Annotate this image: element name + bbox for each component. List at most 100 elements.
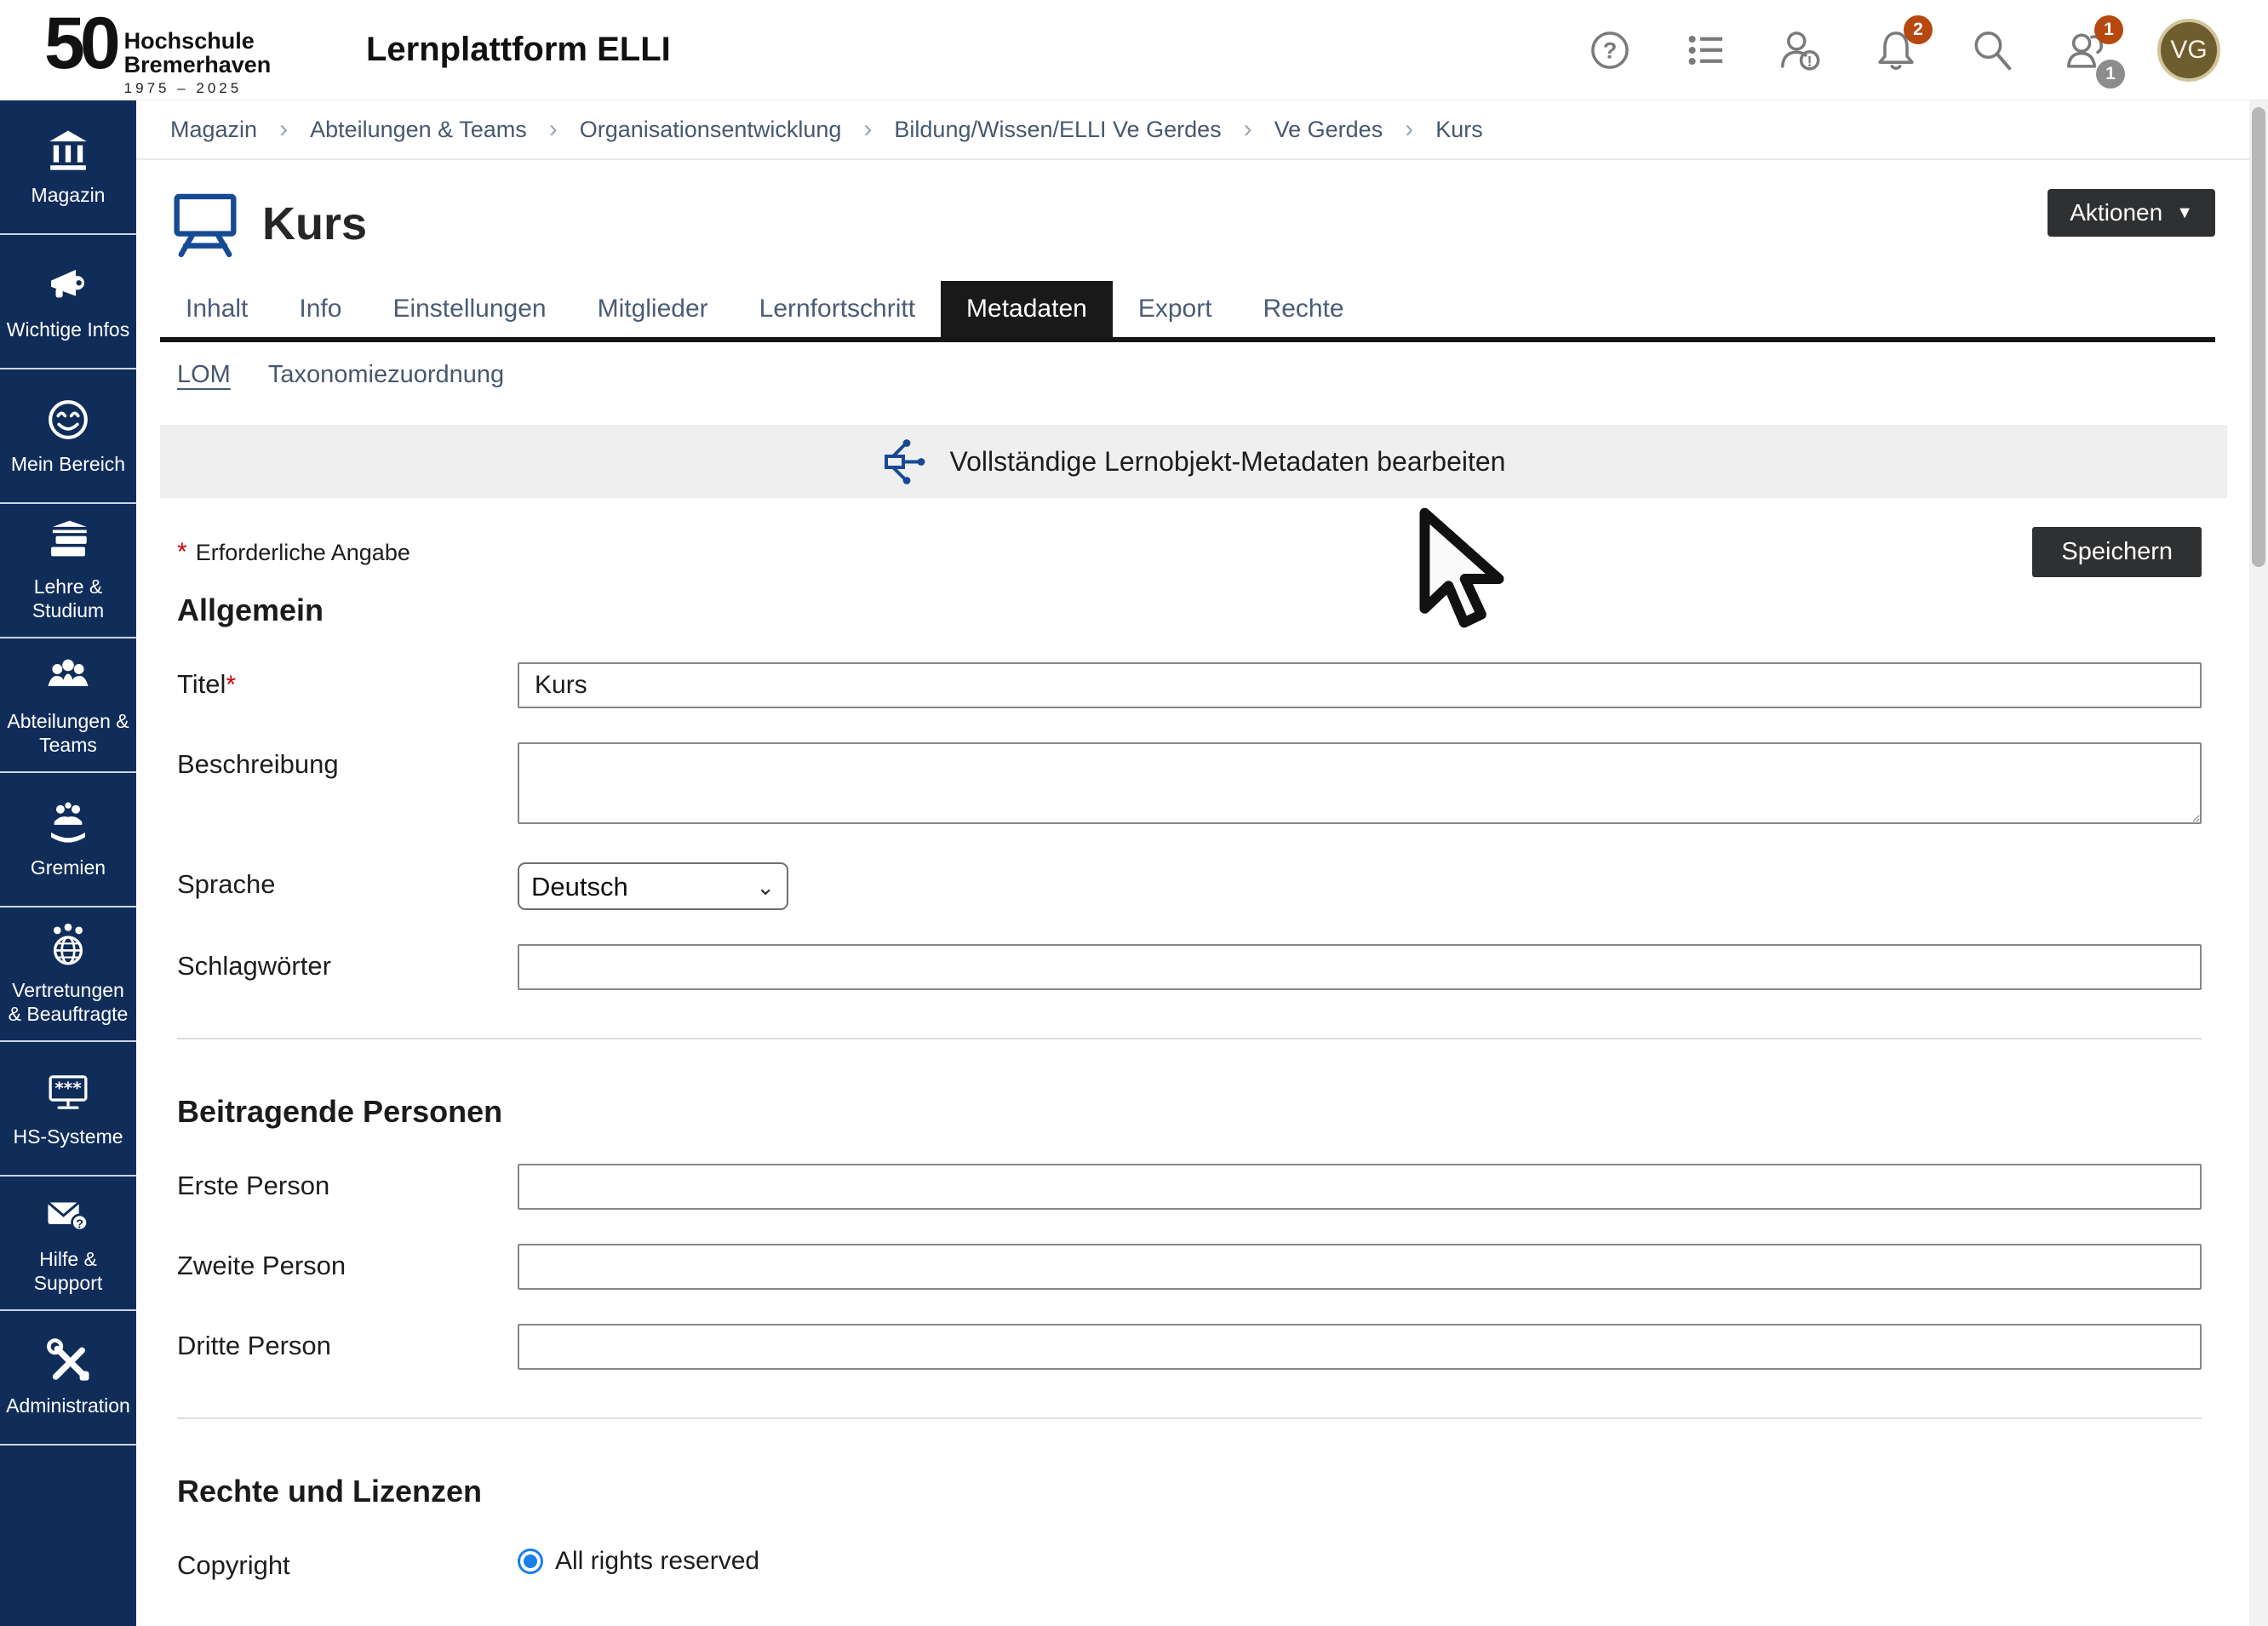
required-note-text: Erforderliche Angabe	[196, 540, 410, 565]
sidebar-item-label: Vertretungen & Beauftragte	[5, 979, 131, 1026]
page-title: Kurs	[262, 198, 367, 250]
contacts-icon[interactable]: 1 1	[2062, 26, 2111, 75]
edit-full-metadata-bar[interactable]: Vollständige Lernobjekt-Metadaten bearbe…	[160, 425, 2227, 498]
sidebar-item-label: Mein Bereich	[11, 453, 125, 477]
section-heading-contributors: Beitragende Personen	[177, 1094, 2202, 1130]
scrollbar-track[interactable]	[2249, 100, 2268, 1626]
required-marker: *	[177, 538, 187, 566]
third-person-input[interactable]	[518, 1324, 2202, 1370]
tab-mitglieder[interactable]: Mitglieder	[572, 281, 734, 337]
metadata-form: *Erforderliche Angabe Speichern Allgemei…	[136, 527, 2249, 1581]
tab-inhalt[interactable]: Inhalt	[160, 281, 273, 337]
tab-lernfortschritt[interactable]: Lernfortschritt	[734, 281, 941, 337]
notifications-badge: 2	[1904, 15, 1933, 44]
app-title: Lernplattform ELLI	[366, 31, 671, 69]
megaphone-icon	[43, 261, 93, 310]
sidebar-filler	[0, 1446, 136, 1626]
tab-metadaten[interactable]: Metadaten	[941, 281, 1113, 337]
top-header: 50 Hochschule Bremerhaven 1975 – 2025 Le…	[0, 0, 2268, 100]
logo-years: 1975 – 2025	[124, 80, 272, 97]
sidebar-item-hilfe-support[interactable]: ? Hilfe & Support	[0, 1177, 136, 1311]
subtab-taxonomiezuordnung[interactable]: Taxonomiezuordnung	[268, 361, 504, 389]
title-label-text: Titel	[177, 669, 226, 699]
breadcrumb: Magazin › Abteilungen & Teams › Organisa…	[136, 100, 2249, 160]
tab-einstellungen[interactable]: Einstellungen	[367, 281, 571, 337]
sidebar-item-label: Magazin	[32, 184, 106, 208]
mail-question-icon: ?	[43, 1190, 93, 1240]
subtab-bar: LOM Taxonomiezuordnung	[136, 342, 2249, 406]
sidebar-item-lehre-studium[interactable]: Lehre & Studium	[0, 504, 136, 638]
breadcrumb-item[interactable]: Bildung/Wissen/ELLI Ve Gerdes	[894, 117, 1221, 143]
description-label: Beschreibung	[177, 742, 518, 780]
section-divider	[177, 1417, 2202, 1419]
second-person-input[interactable]	[518, 1244, 2202, 1290]
bell-icon[interactable]: 2	[1871, 26, 1921, 75]
copyright-label: Copyright	[177, 1543, 518, 1581]
help-icon[interactable]: ?	[1585, 26, 1635, 75]
section-heading-rights: Rechte und Lizenzen	[177, 1474, 2202, 1509]
sidebar-item-label: Wichtige Infos	[7, 318, 129, 342]
svg-text:?: ?	[1603, 37, 1618, 63]
chevron-down-icon: ▼	[2176, 204, 2193, 221]
avatar[interactable]: VG	[2157, 19, 2220, 82]
breadcrumb-separator: ›	[279, 115, 288, 144]
sidebar-item-administration[interactable]: Administration	[0, 1311, 136, 1446]
title-required-marker: *	[226, 671, 236, 699]
sidebar-item-magazin[interactable]: Magazin	[0, 100, 136, 235]
tab-export[interactable]: Export	[1113, 281, 1238, 337]
title-label: Titel*	[177, 662, 518, 700]
keywords-label: Schlagwörter	[177, 944, 518, 982]
contacts-badge-bottom: 1	[2096, 60, 2125, 89]
breadcrumb-item[interactable]: Ve Gerdes	[1274, 117, 1383, 143]
main-sidebar: Magazin Wichtige Infos Mein Bereich Lehr…	[0, 100, 136, 1626]
actions-button[interactable]: Aktionen ▼	[2048, 189, 2215, 237]
breadcrumb-item[interactable]: Kurs	[1435, 117, 1483, 143]
save-button[interactable]: Speichern	[2032, 527, 2202, 577]
first-person-input[interactable]	[518, 1164, 2202, 1210]
breadcrumb-separator: ›	[1405, 115, 1413, 144]
main-content: Magazin › Abteilungen & Teams › Organisa…	[136, 100, 2249, 1626]
sidebar-item-label: Abteilungen & Teams	[5, 710, 131, 757]
language-select[interactable]: Deutsch	[518, 862, 788, 910]
user-alert-icon[interactable]: !	[1776, 26, 1825, 75]
subtab-lom[interactable]: LOM	[177, 361, 231, 389]
sidebar-item-label: HS-Systeme	[13, 1125, 123, 1149]
svg-text:?: ?	[76, 1218, 83, 1232]
sidebar-item-label: Lehre & Studium	[5, 575, 131, 622]
list-icon[interactable]	[1681, 26, 1730, 75]
search-icon[interactable]	[1967, 26, 2016, 75]
required-note: * Erforderliche Angabe	[177, 538, 410, 567]
copyright-option-label: All rights reserved	[555, 1547, 759, 1576]
copyright-radio-dot	[524, 1554, 537, 1568]
language-label: Sprache	[177, 862, 518, 900]
first-person-label: Erste Person	[177, 1164, 518, 1201]
breadcrumb-item[interactable]: Organisationsentwicklung	[580, 117, 842, 143]
sidebar-item-wichtige-infos[interactable]: Wichtige Infos	[0, 235, 136, 369]
breadcrumb-separator: ›	[863, 115, 872, 144]
sidebar-item-hs-systeme[interactable]: *** HS-Systeme	[0, 1042, 136, 1177]
group-icon	[43, 652, 93, 701]
title-input[interactable]	[518, 662, 2202, 708]
description-textarea[interactable]	[518, 742, 2202, 824]
keywords-input[interactable]	[518, 944, 2202, 990]
sidebar-item-abteilungen-teams[interactable]: Abteilungen & Teams	[0, 638, 136, 773]
sidebar-item-gremien[interactable]: Gremien	[0, 773, 136, 907]
copyright-radio[interactable]	[518, 1549, 543, 1574]
committee-icon	[43, 799, 93, 848]
actions-button-label: Aktionen	[2070, 199, 2162, 226]
tab-info[interactable]: Info	[273, 281, 367, 337]
tab-rechte[interactable]: Rechte	[1238, 281, 1370, 337]
section-divider	[177, 1038, 2202, 1039]
sidebar-item-label: Hilfe & Support	[5, 1248, 131, 1295]
sidebar-item-vertretungen-beauftragte[interactable]: Vertretungen & Beauftragte	[0, 907, 136, 1042]
sidebar-item-mein-bereich[interactable]: Mein Bereich	[0, 369, 136, 504]
breadcrumb-item[interactable]: Magazin	[170, 117, 257, 143]
logo-line2: Bremerhaven	[124, 54, 272, 77]
university-logo[interactable]: 50 Hochschule Bremerhaven 1975 – 2025	[0, 3, 358, 97]
tab-bar: Inhalt Info Einstellungen Mitglieder Ler…	[160, 281, 2215, 342]
globe-people-icon	[43, 921, 93, 970]
breadcrumb-item[interactable]: Abteilungen & Teams	[310, 117, 527, 143]
breadcrumb-separator: ›	[549, 115, 558, 144]
logo-line1: Hochschule	[124, 30, 272, 54]
scrollbar-thumb[interactable]	[2252, 107, 2265, 567]
